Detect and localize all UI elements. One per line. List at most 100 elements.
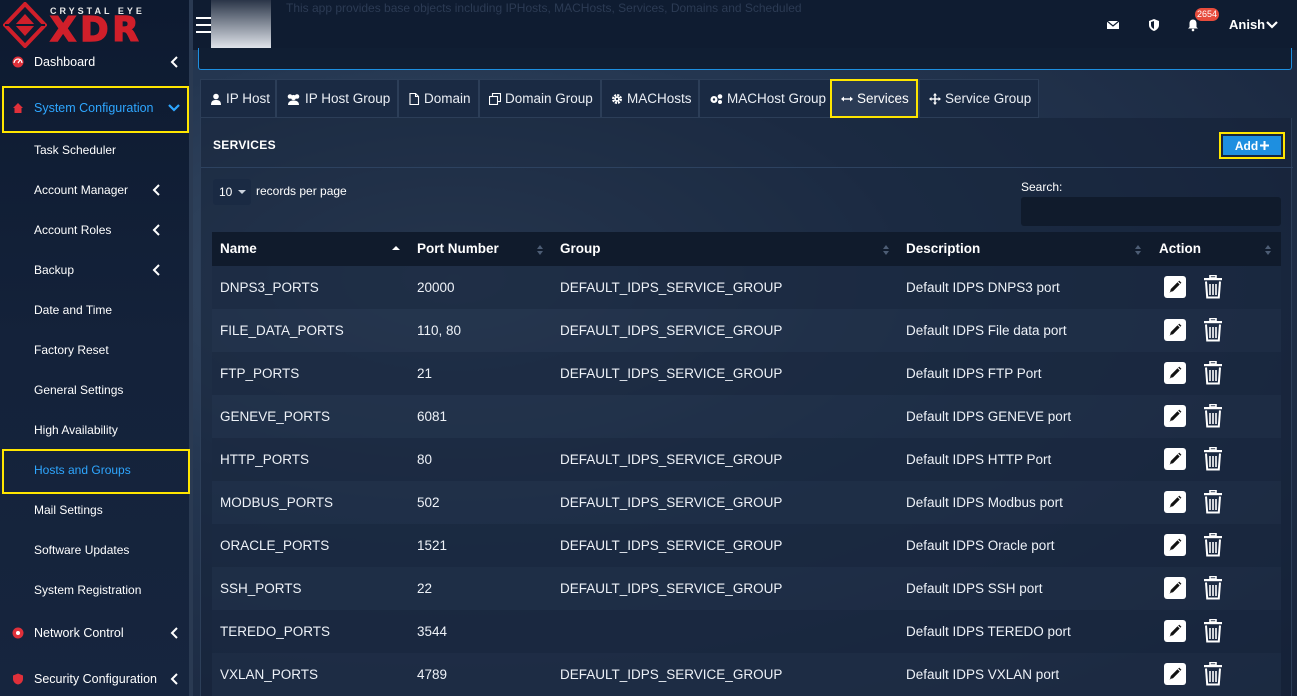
table-row: ORACLE_PORTS 1521 DEFAULT_IDPS_SERVICE_G…	[212, 524, 1281, 567]
edit-button[interactable]	[1164, 620, 1186, 642]
cell-port-number: 1521	[417, 538, 448, 553]
chevron-down-icon[interactable]	[1266, 19, 1278, 31]
edit-button[interactable]	[1164, 663, 1186, 685]
column-header-description[interactable]: Description	[906, 241, 980, 256]
tab-ip-host[interactable]: IP Host	[200, 79, 276, 118]
cell-group: DEFAULT_IDPS_SERVICE_GROUP	[560, 667, 783, 682]
trash-icon[interactable]	[1202, 361, 1224, 385]
trash-icon[interactable]	[1202, 533, 1224, 557]
document-icon	[409, 92, 420, 105]
pencil-icon	[1169, 280, 1182, 293]
trash-icon[interactable]	[1202, 318, 1224, 342]
cell-group: DEFAULT_IDPS_SERVICE_GROUP	[560, 538, 783, 553]
search-label: Search:	[1021, 180, 1063, 194]
sort-icon[interactable]	[1264, 245, 1272, 255]
column-header-name[interactable]: Name	[220, 241, 257, 256]
edit-button[interactable]	[1164, 276, 1186, 298]
services-panel: SERVICES Add 10 records per page Search:…	[200, 118, 1293, 696]
sidebar-item-high-availability[interactable]: High Availability	[0, 410, 190, 450]
table-row: GENEVE_PORTS 6081 Default IDPS GENEVE po…	[212, 395, 1281, 438]
sidebar-item-task-scheduler[interactable]: Task Scheduler	[0, 130, 190, 170]
table-row: HTTP_PORTS 80 DEFAULT_IDPS_SERVICE_GROUP…	[212, 438, 1281, 481]
sidebar-item-label: Dashboard	[34, 55, 96, 69]
cell-name: ORACLE_PORTS	[220, 538, 330, 553]
tab-label: MACHost Group	[727, 91, 827, 106]
trash-icon[interactable]	[1202, 490, 1224, 514]
sidebar-item-date-and-time[interactable]: Date and Time	[0, 290, 190, 330]
add-button-label: Add	[1234, 138, 1259, 153]
tab-machosts[interactable]: MACHosts	[601, 79, 699, 118]
chevron-left-icon	[152, 264, 160, 276]
page-length-select[interactable]: 10	[213, 179, 251, 205]
cell-name: SSH_PORTS	[220, 581, 302, 596]
cell-name: TEREDO_PORTS	[220, 624, 331, 639]
tab-label: Domain	[424, 91, 471, 106]
notification-badge: 2654	[1195, 8, 1220, 21]
sort-icon[interactable]	[882, 245, 890, 255]
cell-name: VXLAN_PORTS	[220, 667, 319, 682]
cell-description: Default IDPS Modbus port	[906, 495, 1063, 510]
sidebar-item-dashboard[interactable]: Dashboard	[0, 42, 190, 82]
sort-icon[interactable]	[1134, 245, 1142, 255]
edit-button[interactable]	[1164, 577, 1186, 599]
tab-service-group[interactable]: Service Group	[919, 79, 1039, 118]
mail-icon[interactable]	[1106, 18, 1120, 32]
tab-domain-group[interactable]: Domain Group	[479, 79, 601, 118]
column-header-group[interactable]: Group	[560, 241, 601, 256]
sidebar-item-hosts-and-groups[interactable]: Hosts and Groups	[0, 450, 190, 490]
sidebar-item-backup[interactable]: Backup	[0, 250, 190, 290]
sort-asc-icon[interactable]	[392, 245, 400, 255]
cell-port-number: 22	[417, 581, 433, 596]
gear-icon	[612, 93, 622, 104]
trash-icon[interactable]	[1202, 619, 1224, 643]
sidebar-item-system-registration[interactable]: System Registration	[0, 570, 190, 610]
records-per-page-label: records per page	[256, 184, 347, 198]
cell-port-number: 4789	[417, 667, 448, 682]
edit-button[interactable]	[1164, 405, 1186, 427]
trash-icon[interactable]	[1202, 662, 1224, 686]
sidebar-item-account-manager[interactable]: Account Manager	[0, 170, 190, 210]
sidebar-item-system-configuration[interactable]: System Configuration	[0, 88, 190, 128]
edit-button[interactable]	[1164, 448, 1186, 470]
sidebar-item-factory-reset[interactable]: Factory Reset	[0, 330, 190, 370]
edit-button[interactable]	[1164, 491, 1186, 513]
sidebar-item-software-updates[interactable]: Software Updates	[0, 530, 190, 570]
sort-icon[interactable]	[536, 245, 544, 255]
sidebar-item-general-settings[interactable]: General Settings	[0, 370, 190, 410]
cell-group: DEFAULT_IDPS_SERVICE_GROUP	[560, 366, 783, 381]
sidebar-item-security-configuration[interactable]: Security Configuration	[0, 659, 190, 696]
add-button[interactable]: Add	[1223, 136, 1281, 155]
tab-ip-host-group[interactable]: IP Host Group	[276, 79, 398, 118]
tab-services[interactable]: Services	[831, 79, 919, 118]
tab-label: IP Host	[226, 91, 271, 106]
sidebar-item-label: High Availability	[34, 423, 118, 437]
edit-button[interactable]	[1164, 319, 1186, 341]
table-body: DNPS3_PORTS 20000 DEFAULT_IDPS_SERVICE_G…	[212, 266, 1281, 696]
edit-button[interactable]	[1164, 362, 1186, 384]
shield-icon[interactable]	[1147, 18, 1161, 32]
pencil-icon	[1169, 366, 1182, 379]
trash-icon[interactable]	[1202, 447, 1224, 471]
sidebar-item-network-control[interactable]: Network Control	[0, 613, 190, 653]
column-header-port-number[interactable]: Port Number	[417, 241, 499, 256]
cell-port-number: 110, 80	[417, 323, 462, 338]
trash-icon[interactable]	[1202, 275, 1224, 299]
top-bar: This app provides base objects including…	[193, 0, 1297, 56]
pencil-icon	[1169, 624, 1182, 637]
user-menu[interactable]: Anish	[1229, 17, 1265, 32]
sidebar-item-account-roles[interactable]: Account Roles	[0, 210, 190, 250]
sidebar-item-label: Account Roles	[34, 223, 112, 237]
cell-description: Default IDPS TEREDO port	[906, 624, 1071, 639]
trash-icon[interactable]	[1202, 404, 1224, 428]
cell-description: Default IDPS File data port	[906, 323, 1067, 338]
tab-domain[interactable]: Domain	[398, 79, 479, 118]
table-row: DNPS3_PORTS 20000 DEFAULT_IDPS_SERVICE_G…	[212, 266, 1281, 309]
column-header-action: Action	[1159, 241, 1201, 256]
sidebar-item-mail-settings[interactable]: Mail Settings	[0, 490, 190, 530]
tab-label: Services	[857, 91, 909, 106]
search-input[interactable]	[1021, 197, 1281, 226]
trash-icon[interactable]	[1202, 576, 1224, 600]
edit-button[interactable]	[1164, 534, 1186, 556]
pencil-icon	[1169, 538, 1182, 551]
tab-machost-group[interactable]: MACHost Group	[699, 79, 831, 118]
